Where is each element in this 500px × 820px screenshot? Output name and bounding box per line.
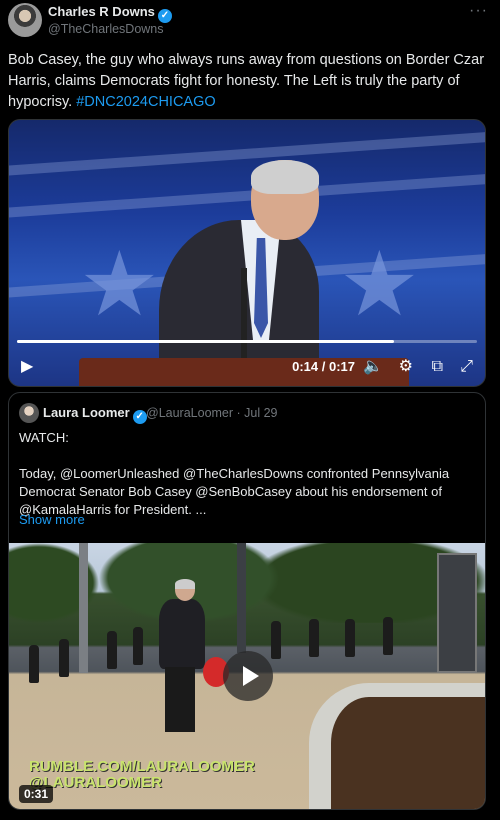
walker-coat bbox=[159, 599, 205, 669]
show-more-link[interactable]: Show more bbox=[19, 512, 85, 527]
bollard bbox=[383, 617, 393, 655]
walking-man bbox=[149, 579, 209, 739]
main-video[interactable]: ★ ★ ▶ 0:14 / 0:17 🔈 ⚙ ⧉ ⤢ bbox=[8, 119, 486, 387]
lamp-post bbox=[79, 543, 88, 673]
quoted-tweet[interactable]: Laura Loomer ✓ @LauraLoomer · Jul 29 WATC… bbox=[8, 392, 486, 810]
walker-legs bbox=[165, 667, 195, 732]
monument bbox=[437, 553, 477, 673]
bollard bbox=[59, 639, 69, 677]
tweet-text: Bob Casey, the guy who always runs away … bbox=[8, 50, 492, 113]
bollard bbox=[133, 627, 143, 665]
play-icon[interactable]: ▶ bbox=[21, 356, 33, 376]
traffic-pole bbox=[237, 543, 246, 653]
flag-star: ★ bbox=[339, 235, 420, 335]
author-handle[interactable]: @TheCharlesDowns bbox=[48, 22, 164, 36]
fullscreen-icon[interactable]: ⤢ bbox=[460, 358, 473, 376]
bollard bbox=[107, 631, 117, 669]
quoted-author-handle[interactable]: @LauraLoomer · Jul 29 bbox=[146, 406, 278, 420]
hashtag-link[interactable]: #DNC2024CHICAGO bbox=[76, 94, 215, 110]
author-avatar[interactable] bbox=[8, 3, 42, 37]
flag-star: ★ bbox=[79, 235, 160, 335]
video-controls: ▶ 0:14 / 0:17 🔈 ⚙ ⧉ ⤢ bbox=[9, 346, 485, 386]
play-button-icon[interactable] bbox=[223, 651, 273, 701]
popout-icon[interactable]: ⧉ bbox=[432, 358, 443, 376]
bollard bbox=[29, 645, 39, 683]
author-name-row[interactable]: Charles R Downs ✓ bbox=[48, 4, 172, 23]
quoted-tweet-text: WATCH: Today, @LoomerUnleashed @TheCharl… bbox=[19, 430, 450, 517]
author-name[interactable]: Charles R Downs bbox=[48, 4, 155, 19]
quoted-video[interactable]: RUMBLE.COM/LAURALOOMER @LAURALOOMER 0:31 bbox=[9, 543, 485, 809]
video-progress-fill bbox=[17, 340, 395, 343]
video-duration-badge: 0:31 bbox=[19, 785, 54, 803]
video-watermark: RUMBLE.COM/LAURALOOMER @LAURALOOMER bbox=[29, 758, 255, 791]
quoted-name-row[interactable]: Laura Loomer ✓ bbox=[43, 405, 147, 424]
speaker-hair bbox=[251, 160, 319, 194]
settings-icon[interactable]: ⚙ bbox=[399, 356, 413, 376]
more-icon[interactable]: ··· bbox=[469, 2, 488, 20]
quoted-avatar[interactable] bbox=[19, 403, 39, 423]
bollard bbox=[345, 619, 355, 657]
video-time: 0:14 / 0:17 bbox=[292, 359, 355, 374]
quoted-author-name[interactable]: Laura Loomer bbox=[43, 405, 130, 420]
walker-hair bbox=[175, 579, 195, 589]
bollard bbox=[309, 619, 319, 657]
verified-badge-icon: ✓ bbox=[157, 9, 172, 23]
video-progress-bar[interactable] bbox=[17, 340, 477, 343]
verified-badge-icon: ✓ bbox=[132, 410, 147, 424]
volume-icon[interactable]: 🔈 bbox=[363, 356, 383, 376]
bollard bbox=[271, 621, 281, 659]
planter-curb bbox=[309, 683, 485, 809]
